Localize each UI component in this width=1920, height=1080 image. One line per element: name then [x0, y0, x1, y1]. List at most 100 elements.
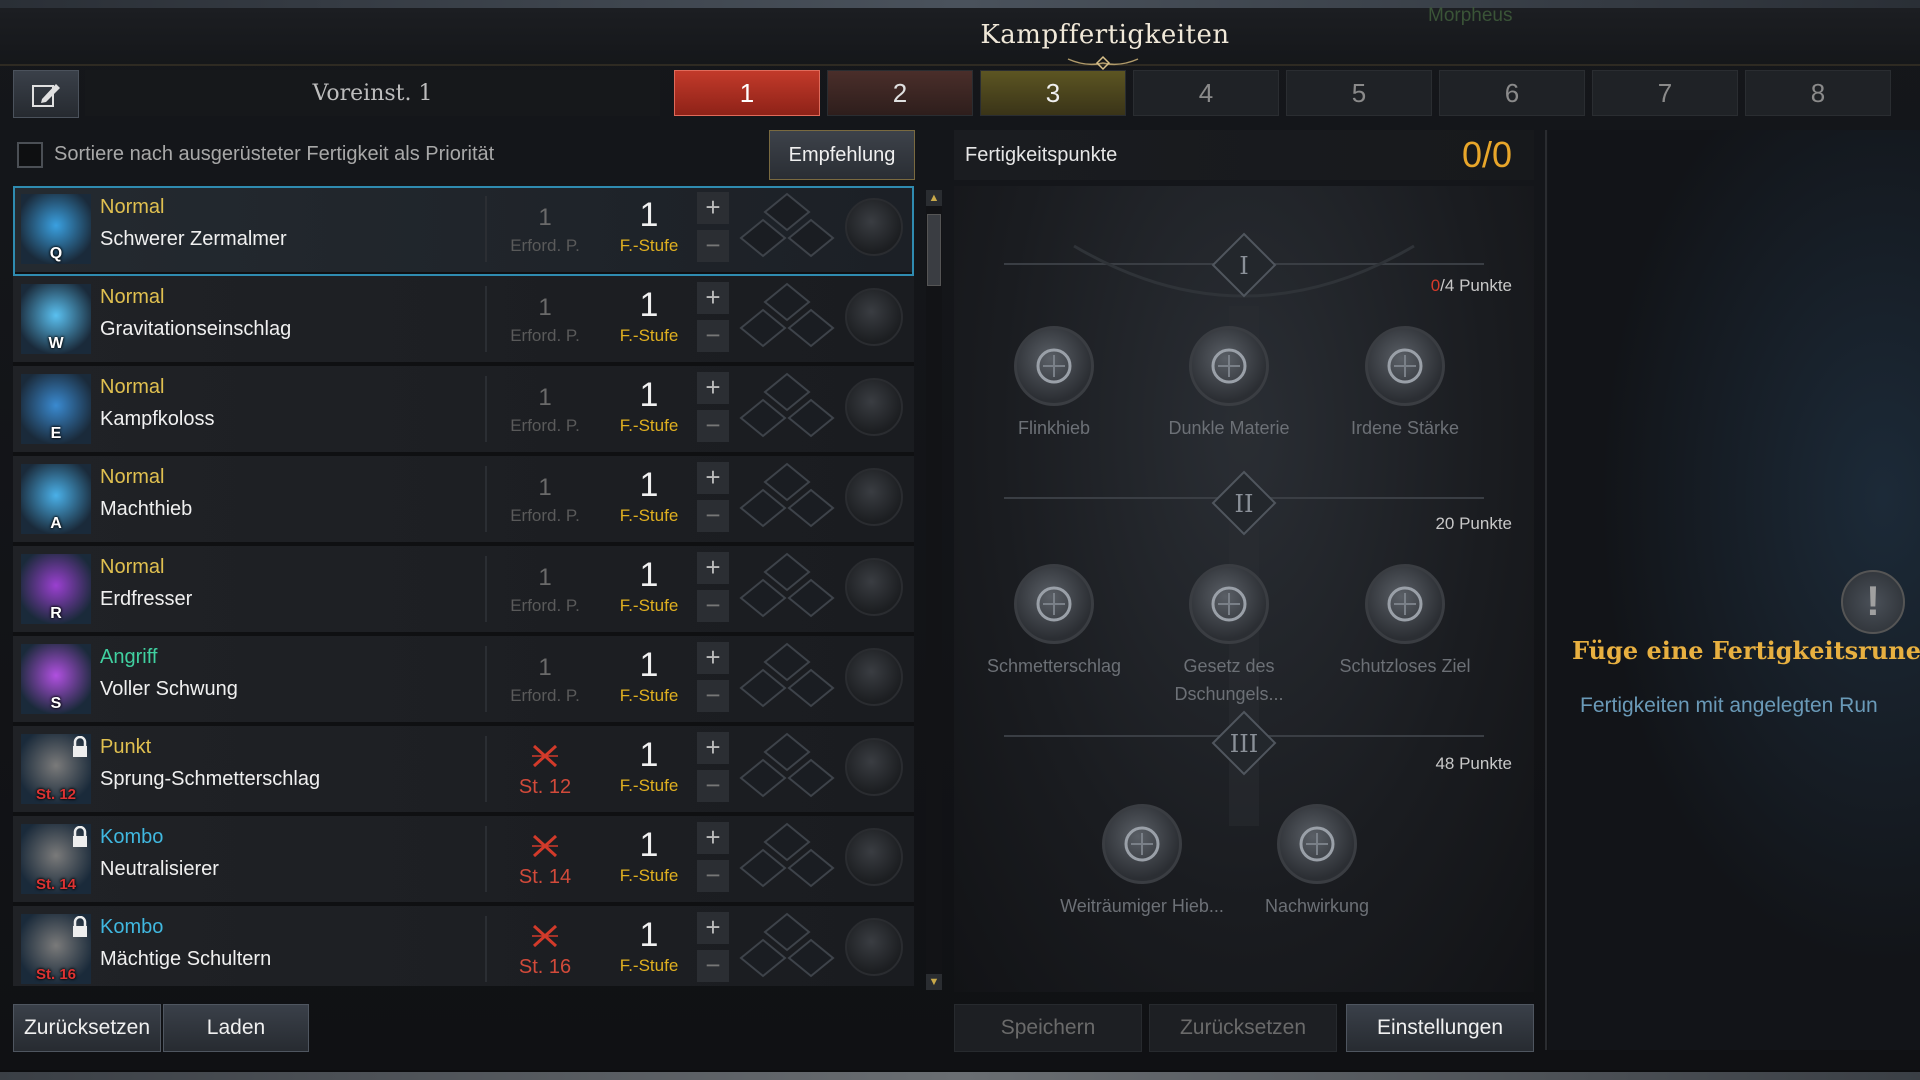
- level-down-button[interactable]: −: [697, 950, 729, 982]
- rune-slot[interactable]: [845, 468, 903, 526]
- skill-row[interactable]: E Normal Kampfkoloss 1 Erford. P. 1 F.-Stufe + −: [13, 366, 914, 456]
- skill-node-label: Gesetz des Dschungels...: [1174, 656, 1284, 704]
- skill-level-value: 1: [639, 736, 659, 774]
- tab-preset-5[interactable]: 5: [1286, 70, 1432, 116]
- reset-skills-button[interactable]: Zurücksetzen: [13, 1004, 161, 1052]
- skill-icon: St. 12: [21, 734, 91, 804]
- skill-level-value: 1: [639, 466, 659, 504]
- background-bottom: [0, 1072, 1920, 1080]
- skill-row[interactable]: St. 14 Kombo Neutralisierer St. 14 1 F.-Stufe…: [13, 816, 914, 906]
- skill-row[interactable]: R Normal Erdfresser 1 Erford. P. 1 F.-Stufe + −: [13, 546, 914, 636]
- locked-cross-icon: [532, 924, 558, 948]
- level-up-button[interactable]: +: [697, 732, 729, 764]
- load-button[interactable]: Laden: [163, 1004, 309, 1052]
- skill-node[interactable]: [1277, 804, 1357, 884]
- skill-hotkey: St. 14: [35, 876, 77, 893]
- rune-slot[interactable]: [845, 738, 903, 796]
- skill-hotkey: Q: [49, 245, 63, 262]
- required-points-value: 1: [538, 204, 552, 231]
- skill-row[interactable]: W Normal Gravitationseinschlag 1 Erford. P. 1…: [13, 276, 914, 366]
- skill-hotkey: E: [50, 425, 62, 442]
- rune-panel-title: Füge eine Fertigkeitsrune zu: [1572, 636, 1920, 665]
- lock-icon: [73, 826, 87, 847]
- skill-row[interactable]: S Angriff Voller Schwung 1 Erford. P. 1 F.-Stu…: [13, 636, 914, 726]
- tripod-slots-icon[interactable]: [739, 822, 835, 896]
- level-up-button[interactable]: +: [697, 642, 729, 674]
- rune-slot[interactable]: [845, 558, 903, 616]
- level-down-button[interactable]: −: [697, 410, 729, 442]
- tab-preset-6[interactable]: 6: [1439, 70, 1585, 116]
- level-up-button[interactable]: +: [697, 372, 729, 404]
- required-points-value: 1: [538, 294, 552, 321]
- tripod-slots-icon[interactable]: [739, 642, 835, 716]
- level-down-button[interactable]: −: [697, 770, 729, 802]
- level-down-button[interactable]: −: [697, 320, 729, 352]
- tripod-slots-icon[interactable]: [739, 462, 835, 536]
- rune-slot[interactable]: [845, 918, 903, 976]
- tab-preset-3[interactable]: 3: [980, 70, 1126, 116]
- skill-node-label: Flinkhieb: [1017, 418, 1091, 438]
- skill-node-label: Schutzloses Ziel: [1339, 656, 1471, 676]
- recommend-button[interactable]: Empfehlung: [769, 130, 915, 180]
- level-down-button[interactable]: −: [697, 230, 729, 262]
- rune-slot[interactable]: [845, 828, 903, 886]
- level-down-button[interactable]: −: [697, 590, 729, 622]
- skill-node[interactable]: [1189, 564, 1269, 644]
- tier-1-emblem-icon: I: [1211, 232, 1277, 298]
- level-down-button[interactable]: −: [697, 500, 729, 532]
- skill-node[interactable]: [1014, 564, 1094, 644]
- skill-node[interactable]: [1102, 804, 1182, 884]
- level-up-button[interactable]: +: [697, 282, 729, 314]
- tripod-slots-icon[interactable]: [739, 552, 835, 626]
- window-title: Kampffertigkeiten: [980, 20, 1230, 50]
- tab-preset-4[interactable]: 4: [1133, 70, 1279, 116]
- tripod-slots-icon[interactable]: [739, 732, 835, 806]
- tab-preset-2[interactable]: 2: [827, 70, 973, 116]
- rune-slot[interactable]: [845, 288, 903, 346]
- skill-list-scrollbar[interactable]: ▲ ▼: [926, 190, 942, 990]
- scroll-up-icon[interactable]: ▲: [926, 190, 942, 206]
- tab-preset-1[interactable]: 1: [674, 70, 820, 116]
- rune-slot[interactable]: [845, 378, 903, 436]
- level-down-button[interactable]: −: [697, 680, 729, 712]
- skill-hotkey: R: [50, 605, 62, 622]
- skill-level-label: F.-Stufe: [619, 326, 679, 345]
- edit-preset-button[interactable]: [13, 70, 79, 118]
- skill-row[interactable]: St. 16 Kombo Mächtige Schultern St. 16 1 F.-S…: [13, 906, 914, 986]
- row-divider: [485, 376, 487, 442]
- settings-button[interactable]: Einstellungen: [1346, 1004, 1534, 1052]
- skill-row[interactable]: Q Normal Schwerer Zermalmer 1 Erford. P. 1 F.-…: [13, 186, 914, 276]
- skill-node[interactable]: [1014, 326, 1094, 406]
- save-button[interactable]: Speichern: [954, 1004, 1142, 1052]
- reset-tree-button[interactable]: Zurücksetzen: [1149, 1004, 1337, 1052]
- tripod-slots-icon[interactable]: [739, 372, 835, 446]
- level-up-button[interactable]: +: [697, 462, 729, 494]
- rune-slot[interactable]: [845, 648, 903, 706]
- sort-priority-checkbox[interactable]: [17, 142, 43, 168]
- skill-node[interactable]: [1189, 326, 1269, 406]
- tab-preset-7[interactable]: 7: [1592, 70, 1738, 116]
- skill-row[interactable]: St. 12 Punkt Sprung-Schmetterschlag St. 12 1…: [13, 726, 914, 816]
- tripod-slots-icon[interactable]: [739, 912, 835, 986]
- skill-node[interactable]: [1365, 564, 1445, 644]
- tab-preset-8[interactable]: 8: [1745, 70, 1891, 116]
- skill-level-label: F.-Stufe: [619, 686, 679, 705]
- exclamation-icon: !: [1841, 570, 1905, 634]
- skill-type: Normal: [100, 196, 165, 218]
- row-divider: [485, 196, 487, 262]
- skill-icon: R: [21, 554, 91, 624]
- level-up-button[interactable]: +: [697, 192, 729, 224]
- skill-name: Voller Schwung: [100, 678, 238, 700]
- level-up-button[interactable]: +: [697, 912, 729, 944]
- level-down-button[interactable]: −: [697, 860, 729, 892]
- scroll-thumb[interactable]: [927, 214, 941, 286]
- rune-slot[interactable]: [845, 198, 903, 256]
- skill-type: Normal: [100, 286, 165, 308]
- skill-row[interactable]: A Normal Machthieb 1 Erford. P. 1 F.-Stufe + −: [13, 456, 914, 546]
- tripod-slots-icon[interactable]: [739, 282, 835, 356]
- skill-node[interactable]: [1365, 326, 1445, 406]
- level-up-button[interactable]: +: [697, 822, 729, 854]
- level-up-button[interactable]: +: [697, 552, 729, 584]
- scroll-down-icon[interactable]: ▼: [926, 974, 942, 990]
- tripod-slots-icon[interactable]: [739, 192, 835, 266]
